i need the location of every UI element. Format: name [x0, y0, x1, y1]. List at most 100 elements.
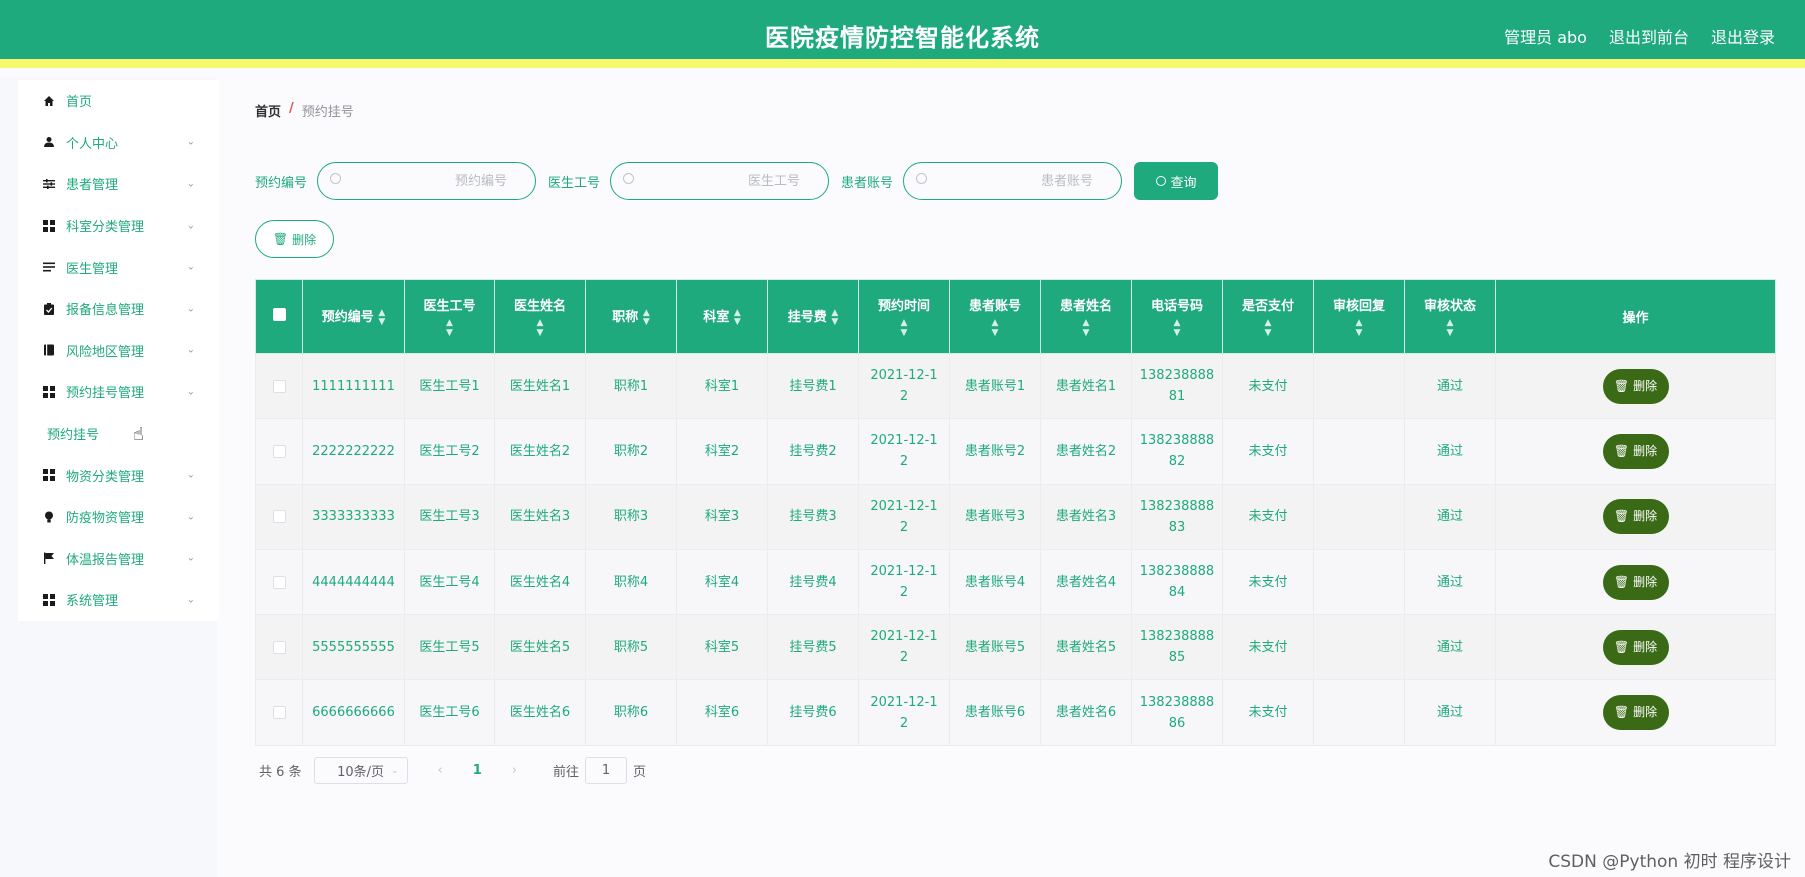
sort-icon[interactable]: ▲ ▼: [499, 318, 581, 338]
sidebar-item-label: 首页: [66, 95, 93, 111]
cell-phone: 138238888 86: [1131, 679, 1223, 746]
table-row: 4444444444 医生工号4 医生姓名4 职称4 科室4 挂号费4 2021…: [255, 548, 1776, 616]
sidebar-item-report-info[interactable]: 报备信息管理 ⌄: [18, 288, 219, 330]
appointment-no-field[interactable]: [317, 162, 537, 200]
column-header[interactable]: 预约时间 ▲ ▼: [858, 279, 950, 354]
cell-status: 通过: [1404, 483, 1496, 550]
row-delete-button[interactable]: 🗑 删除: [1602, 368, 1669, 404]
column-header[interactable]: 患者账号 ▲ ▼: [949, 279, 1041, 354]
select-all-checkbox[interactable]: [272, 308, 286, 321]
column-header[interactable]: 电话号码 ▲ ▼: [1131, 279, 1223, 354]
breadcrumb: 首页 / 预约挂号: [255, 101, 354, 120]
row-delete-button[interactable]: 🗑 删除: [1602, 629, 1669, 665]
admin-label[interactable]: 管理员 abo: [1504, 24, 1587, 48]
search-label-patient-account: 患者账号: [841, 175, 894, 191]
row-checkbox[interactable]: [272, 510, 286, 524]
cell-patient-account: 患者账号3: [949, 483, 1041, 550]
cell-reply: [1313, 614, 1405, 681]
sort-icon[interactable]: ▲ ▼: [1409, 318, 1491, 338]
sort-icon[interactable]: ▲ ▼: [1045, 318, 1127, 338]
column-header[interactable]: 审核状态 ▲ ▼: [1404, 279, 1496, 354]
page-size-select[interactable]: 10条/页 ⌄: [313, 757, 408, 784]
sort-icon[interactable]: ▲ ▼: [863, 318, 945, 338]
sidebar-item-label: 报备信息管理: [66, 303, 145, 319]
row-delete-button[interactable]: 🗑 删除: [1602, 499, 1669, 535]
row-checkbox[interactable]: [272, 640, 286, 654]
doctor-no-input[interactable]: [650, 171, 801, 191]
column-header[interactable]: 审核回复 ▲ ▼: [1313, 279, 1405, 354]
sort-icon[interactable]: ▲ ▼: [1136, 318, 1218, 338]
header-links: 管理员 abo 退出到前台 退出登录: [1504, 24, 1775, 48]
appointment-no-input[interactable]: [357, 171, 508, 191]
sidebar-item-doctor[interactable]: 医生管理 ⌄: [18, 246, 219, 288]
row-checkbox[interactable]: [272, 575, 286, 589]
doctor-no-field[interactable]: [610, 162, 830, 200]
cell-phone: 138238888 84: [1131, 548, 1223, 616]
search-label-appointment-no: 预约编号: [255, 175, 308, 191]
column-header[interactable]: 医生姓名 ▲ ▼: [494, 279, 586, 354]
row-checkbox[interactable]: [272, 706, 286, 720]
sidebar-item-risk-area[interactable]: 风险地区管理 ⌄: [18, 330, 219, 372]
logout-link[interactable]: 退出登录: [1711, 24, 1775, 48]
chevron-down-icon: ⌄: [186, 220, 195, 232]
sidebar-item-home[interactable]: 首页: [18, 80, 219, 122]
patient-account-input[interactable]: [943, 171, 1094, 191]
grid-icon: [42, 468, 56, 482]
breadcrumb-home[interactable]: 首页: [255, 101, 281, 120]
column-header[interactable]: 是否支付 ▲ ▼: [1222, 279, 1314, 354]
cell-time: 2021-12-1 2: [858, 548, 950, 616]
trash-icon: 🗑: [1613, 443, 1630, 458]
cell-patient-name: 患者姓名2: [1040, 418, 1132, 485]
sidebar-item-epidemic-supply[interactable]: 防疫物资管理 ⌄: [18, 496, 219, 538]
cell-reply: [1313, 352, 1405, 420]
sort-icon[interactable]: ▲ ▼: [1318, 318, 1400, 338]
goto-label: 前往: [553, 765, 580, 780]
sidebar-subitem-appointment[interactable]: 预约挂号: [18, 413, 219, 455]
sort-icon[interactable]: ▲ ▼: [734, 308, 741, 327]
page-number[interactable]: 1: [473, 763, 482, 778]
row-checkbox[interactable]: [272, 379, 286, 393]
column-header[interactable]: 科室 ▲ ▼: [676, 279, 768, 354]
cell-title: 职称4: [585, 548, 677, 616]
prev-page-icon[interactable]: ‹: [438, 763, 443, 778]
query-button[interactable]: 查询: [1134, 162, 1219, 200]
sort-icon[interactable]: ▲ ▼: [643, 308, 650, 327]
sidebar-item-system[interactable]: 系统管理 ⌄: [18, 579, 219, 621]
sidebar-item-personal-center[interactable]: 个人中心 ⌄: [18, 122, 219, 164]
sidebar-item-temperature-report[interactable]: 体温报告管理 ⌄: [18, 538, 219, 580]
sidebar-item-label: 患者管理: [66, 178, 119, 194]
sort-icon[interactable]: ▲ ▼: [378, 308, 385, 327]
sidebar-item-label: 体温报告管理: [66, 552, 145, 568]
patient-account-field[interactable]: [903, 162, 1123, 200]
cell-patient-account: 患者账号2: [949, 418, 1041, 485]
cell-reply: [1313, 548, 1405, 616]
column-header[interactable]: 职称 ▲ ▼: [585, 279, 677, 354]
exit-to-front-link[interactable]: 退出到前台: [1609, 24, 1689, 48]
hand-cursor-icon: ☝: [133, 424, 144, 445]
goto-page-input[interactable]: 1: [585, 757, 628, 784]
sort-icon[interactable]: ▲ ▼: [831, 308, 838, 327]
row-delete-button[interactable]: 🗑 删除: [1602, 695, 1669, 731]
cell-patient-account: 患者账号4: [949, 548, 1041, 616]
column-header[interactable]: 预约编号 ▲ ▼: [302, 279, 405, 354]
chevron-down-icon: ⌄: [186, 303, 195, 315]
row-delete-button[interactable]: 🗑 删除: [1602, 433, 1669, 469]
column-header[interactable]: 患者姓名 ▲ ▼: [1040, 279, 1132, 354]
sidebar-item-dept-category[interactable]: 科室分类管理 ⌄: [18, 205, 219, 247]
row-delete-button[interactable]: 🗑 删除: [1602, 564, 1669, 600]
batch-delete-button[interactable]: 🗑 删除: [255, 220, 334, 258]
column-header[interactable]: 医生工号 ▲ ▼: [404, 279, 495, 354]
cell-doctor-no: 医生工号2: [404, 418, 495, 485]
sort-icon[interactable]: ▲ ▼: [1227, 318, 1309, 338]
sort-icon[interactable]: ▲ ▼: [954, 318, 1036, 338]
column-header[interactable]: 挂号费 ▲ ▼: [767, 279, 859, 354]
cell-phone: 138238888 82: [1131, 418, 1223, 485]
sidebar-item-patient[interactable]: 患者管理 ⌄: [18, 163, 219, 205]
sort-icon[interactable]: ▲ ▼: [409, 318, 490, 338]
next-page-icon[interactable]: ›: [512, 763, 517, 778]
sidebar-item-supply-category[interactable]: 物资分类管理 ⌄: [18, 454, 219, 496]
row-checkbox[interactable]: [272, 444, 286, 458]
cell-department: 科室5: [676, 614, 768, 681]
chevron-down-icon: ⌄: [391, 765, 399, 776]
sidebar-item-appointment-mgmt[interactable]: 预约挂号管理 ⌄: [18, 371, 219, 413]
